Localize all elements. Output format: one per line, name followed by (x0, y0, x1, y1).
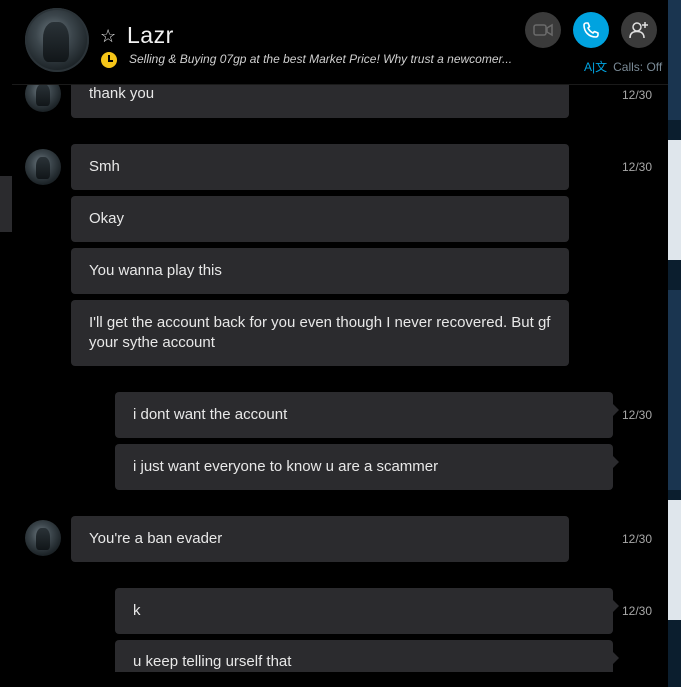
calls-status[interactable]: A|文 Calls: Off (584, 58, 662, 75)
audio-call-button[interactable] (573, 12, 609, 48)
message-timestamp: 12/30 (622, 408, 653, 422)
background-panel (668, 500, 681, 620)
background-window-edge (0, 176, 12, 232)
add-person-icon (629, 22, 648, 39)
message-text: i just want everyone to know u are a sca… (133, 458, 439, 475)
translator-icon[interactable]: A|文 (584, 60, 607, 74)
video-camera-icon (533, 23, 553, 37)
background-panel (668, 140, 681, 260)
chat-bottom-edge (12, 672, 668, 687)
message-bubble-incoming[interactable]: Okay (71, 196, 569, 242)
message-text: i dont want the account (133, 406, 288, 423)
message-timestamp: 12/30 (622, 160, 653, 174)
message-bubble-outgoing[interactable]: i just want everyone to know u are a sca… (115, 444, 619, 490)
message-text: k (133, 602, 141, 619)
message-bubble-outgoing[interactable]: k (115, 588, 619, 634)
add-people-button[interactable] (621, 12, 657, 48)
background-panel (668, 290, 681, 490)
background-window-edge (668, 0, 681, 687)
message-avatar[interactable] (25, 520, 61, 556)
message-bubble-incoming[interactable]: You're a ban evader (71, 516, 569, 562)
message-text: u keep telling urself that (133, 653, 292, 670)
mood-message: Selling & Buying 07gp at the best Market… (129, 52, 513, 66)
message-text: thank you (89, 85, 155, 102)
contact-avatar[interactable] (25, 8, 89, 72)
video-call-button[interactable] (525, 12, 561, 48)
chat-window: ☆ Lazr Selling & Buying 07gp at the best… (12, 0, 668, 687)
favorite-star-icon[interactable]: ☆ (100, 26, 116, 47)
away-clock-icon (101, 52, 117, 68)
message-text: Smh (89, 158, 120, 175)
message-bubble-incoming[interactable]: I'll get the account back for you even t… (71, 300, 569, 366)
message-avatar[interactable] (25, 149, 61, 185)
message-bubble-outgoing[interactable]: i dont want the account (115, 392, 619, 438)
message-timestamp: 12/30 (622, 88, 653, 102)
message-text: You're a ban evader (89, 530, 223, 547)
message-timestamp: 12/30 (622, 604, 653, 618)
message-text: Okay (89, 210, 125, 227)
calls-status-label: Calls: Off (613, 60, 663, 74)
message-bubble-incoming[interactable]: Smh (71, 144, 569, 190)
message-text: I'll get the account back for you even t… (89, 314, 551, 351)
message-text: You wanna play this (89, 262, 222, 279)
message-timestamp: 12/30 (622, 532, 653, 546)
phone-icon (583, 22, 599, 38)
contact-name[interactable]: Lazr (127, 22, 174, 49)
message-bubble-incoming[interactable]: You wanna play this (71, 248, 569, 294)
chat-header: ☆ Lazr Selling & Buying 07gp at the best… (12, 0, 668, 85)
background-panel (668, 0, 681, 120)
